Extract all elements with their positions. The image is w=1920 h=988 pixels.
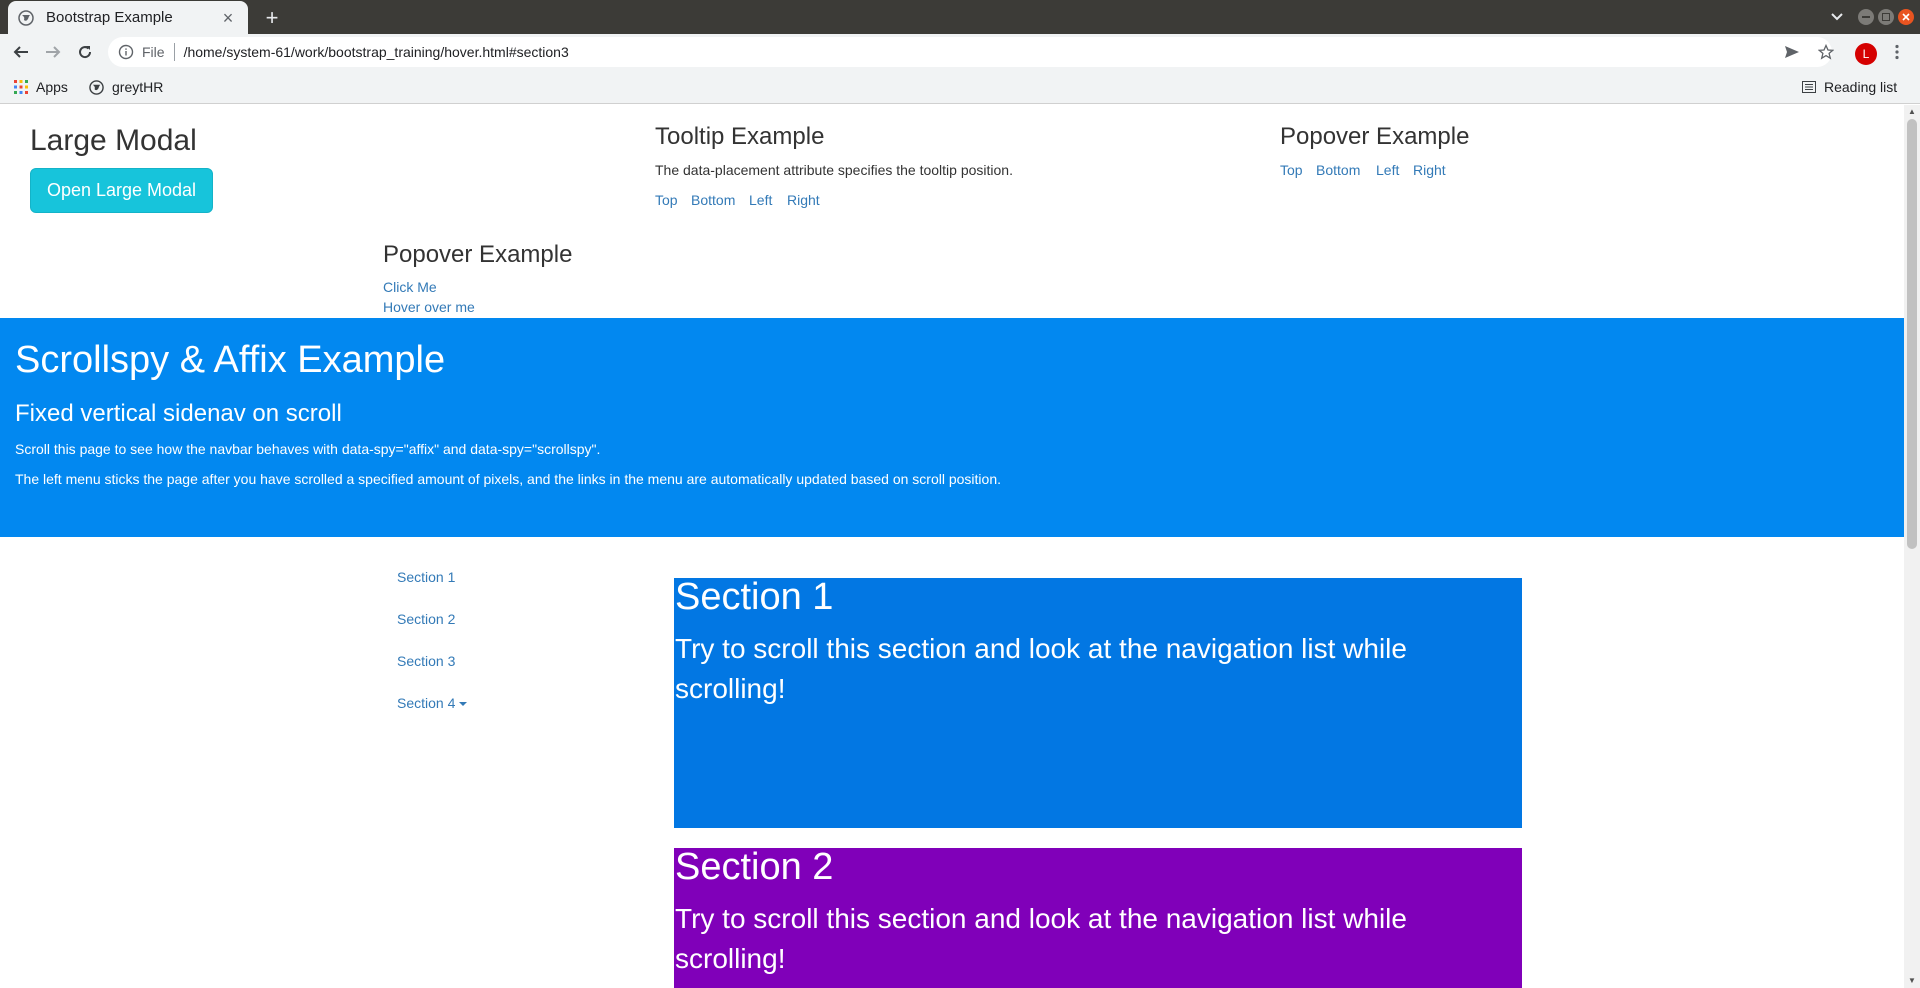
section-2-text: Try to scroll this section and look at t… [675, 903, 1407, 974]
forward-arrow-icon[interactable] [41, 40, 65, 64]
close-tab-icon[interactable]: × [218, 8, 238, 28]
scroll-up-arrow-icon[interactable]: ▲ [1908, 108, 1916, 116]
sidenav-item-section-1[interactable]: Section 1 [397, 569, 455, 585]
apps-grid-icon [14, 80, 28, 94]
section-2-title: Section 2 [675, 846, 834, 888]
tab-strip: Bootstrap Example × + [0, 0, 1920, 34]
address-bar[interactable]: File /home/system-61/work/bootstrap_trai… [108, 37, 1832, 67]
tooltip-heading: Tooltip Example [655, 123, 825, 150]
popover-bottom-link[interactable]: Bottom [1316, 162, 1360, 178]
click-me-link[interactable]: Click Me [383, 279, 437, 295]
new-tab-button[interactable]: + [258, 4, 286, 32]
globe-icon [89, 79, 104, 95]
globe-icon [18, 9, 34, 26]
tab-title: Bootstrap Example [46, 9, 173, 26]
bookmarks-bar: Apps greytHR Reading list [0, 70, 1920, 104]
bookmark-apps-label: Apps [36, 79, 68, 95]
section-1-title: Section 1 [675, 576, 834, 618]
jumbotron-paragraph-2: The left menu sticks the page after you … [15, 471, 1002, 487]
scrollbar-thumb[interactable] [1907, 119, 1917, 549]
star-bookmark-icon[interactable] [1814, 40, 1838, 64]
sidenav-item-section-4[interactable]: Section 4 [397, 695, 468, 711]
section-2: Section 2 Try to scroll this section and… [674, 846, 1522, 988]
tooltip-bottom-link[interactable]: Bottom [691, 192, 735, 208]
vertical-scrollbar[interactable]: ▲ ▼ [1904, 105, 1920, 988]
browser-toolbar: File /home/system-61/work/bootstrap_trai… [0, 34, 1920, 70]
reload-icon[interactable] [73, 40, 97, 64]
jumbotron-paragraph-1: Scroll this page to see how the navbar b… [15, 441, 601, 457]
open-large-modal-button[interactable]: Open Large Modal [30, 168, 213, 213]
sidenav-item-section-2[interactable]: Section 2 [397, 611, 455, 627]
popover-heading: Popover Example [1280, 123, 1470, 150]
minimize-window-button[interactable] [1858, 9, 1874, 25]
browser-tab[interactable]: Bootstrap Example × [8, 1, 248, 34]
section-1-text: Try to scroll this section and look at t… [675, 633, 1407, 704]
maximize-window-button[interactable] [1878, 9, 1894, 25]
modal-heading: Large Modal [30, 124, 197, 157]
url-separator [173, 43, 175, 61]
popover-left-link[interactable]: Left [1376, 162, 1399, 178]
profile-avatar[interactable]: L [1855, 43, 1877, 65]
popover-right-link[interactable]: Right [1413, 162, 1446, 178]
more-menu-icon[interactable] [1885, 40, 1909, 64]
caret-down-icon [459, 702, 468, 707]
reading-list-label: Reading list [1824, 79, 1898, 95]
jumbotron-title: Scrollspy & Affix Example [15, 339, 446, 381]
close-window-button[interactable] [1898, 9, 1914, 25]
url-scheme-label: File [142, 44, 165, 60]
chevron-down-icon[interactable] [1826, 6, 1848, 28]
page-content: Large Modal Open Large Modal Tooltip Exa… [0, 105, 1904, 988]
hover-over-me-link[interactable]: Hover over me [383, 299, 475, 315]
back-arrow-icon[interactable] [9, 40, 33, 64]
info-icon[interactable] [118, 44, 134, 60]
sidenav-item-section-3[interactable]: Section 3 [397, 653, 455, 669]
bookmark-apps[interactable]: Apps [14, 70, 68, 104]
tooltip-top-link[interactable]: Top [655, 192, 678, 208]
jumbotron-subtitle: Fixed vertical sidenav on scroll [15, 400, 342, 427]
send-icon[interactable] [1780, 40, 1804, 64]
bookmark-greythr[interactable]: greytHR [89, 70, 163, 104]
bookmark-greythr-label: greytHR [112, 79, 164, 95]
tooltip-right-link[interactable]: Right [787, 192, 820, 208]
reading-list-icon [1802, 81, 1816, 93]
sidenav-item-section-4-label: Section 4 [397, 695, 456, 711]
section-1: Section 1 Try to scroll this section and… [674, 576, 1522, 828]
popover2-heading: Popover Example [383, 241, 573, 268]
tooltip-description: The data-placement attribute specifies t… [655, 162, 1013, 178]
tooltip-left-link[interactable]: Left [749, 192, 772, 208]
scroll-down-arrow-icon[interactable]: ▼ [1908, 977, 1916, 985]
popover-top-link[interactable]: Top [1280, 162, 1303, 178]
reading-list-button[interactable]: Reading list [1802, 70, 1897, 104]
url-text[interactable]: /home/system-61/work/bootstrap_training/… [184, 44, 569, 60]
jumbotron: Scrollspy & Affix Example Fixed vertical… [0, 318, 1904, 537]
